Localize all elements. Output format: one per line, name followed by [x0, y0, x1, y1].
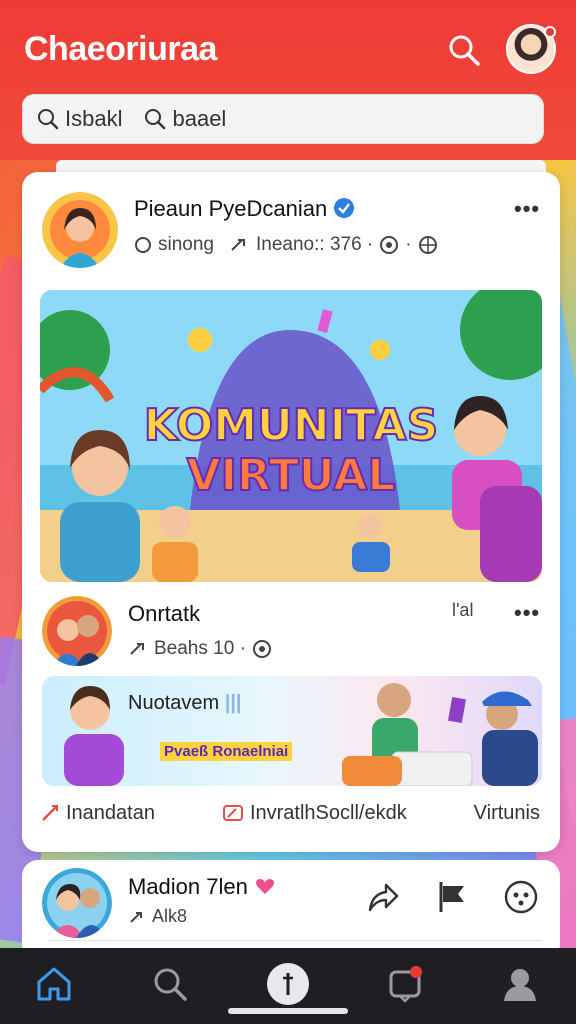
notification-dot [544, 26, 556, 38]
globe-icon [418, 236, 437, 254]
more-options-icon[interactable]: ••• [514, 196, 540, 222]
search-segment: Isbakl [37, 106, 122, 132]
action-button[interactable]: InvratlhSocll/ekdk [222, 802, 407, 825]
action-label: Inandatan [66, 801, 155, 824]
search-text: baael [172, 106, 227, 131]
author-avatar[interactable] [42, 192, 118, 268]
post-banner-image[interactable]: Nuotavem ||| Pvaeß Ronaelniai [42, 676, 542, 786]
more-options-icon[interactable]: ••• [514, 600, 540, 626]
heart-icon [256, 879, 274, 894]
link-icon [231, 239, 245, 251]
globe-icon [380, 236, 399, 254]
post-stats: Beahs 10 · [154, 638, 246, 659]
post-stats: Ineano:: 376 · [256, 234, 374, 255]
home-icon[interactable] [34, 964, 74, 1004]
post-time: sinong [158, 234, 214, 255]
app-header: Chaeoriuraa Isbakl baael [0, 0, 576, 160]
author-avatar[interactable] [42, 868, 112, 938]
author-name[interactable]: Madion 7len [128, 874, 276, 900]
author-name[interactable]: Onrtatk [128, 601, 200, 627]
author-name[interactable]: Pieaun PyeDcanian [134, 196, 355, 222]
profile-icon[interactable] [500, 964, 540, 1004]
link-icon [130, 643, 144, 655]
post-actions: Inandatan InvratlhSocll/ekdk Virtunis [40, 798, 540, 828]
search-segment: baael [144, 106, 226, 132]
post-meta: sinong Ineano:: 376 · · [134, 234, 438, 256]
flag-icon[interactable] [436, 880, 470, 914]
home-indicator [228, 1008, 348, 1014]
search-text: Isbakl [65, 106, 123, 131]
post-meta: Beahs 10 · [128, 638, 272, 660]
link-icon [130, 911, 142, 923]
search-input[interactable]: Isbakl baael [22, 94, 544, 144]
divider [48, 940, 542, 941]
app-title: Chaeoriuraa [24, 30, 217, 68]
verified-badge-icon [334, 198, 355, 218]
banner-caption: Pvaeß Ronaelniai [160, 742, 293, 761]
search-icon [145, 109, 166, 130]
clock-icon [135, 237, 151, 253]
comment-icon [222, 805, 243, 821]
search-icon[interactable] [150, 964, 190, 1004]
emoji-icon[interactable] [504, 880, 538, 914]
action-label: InvratlhSocll/ekdk [249, 801, 407, 824]
banner-illustration [64, 683, 538, 786]
post-stats: Alk8 [152, 906, 188, 926]
post-meta: Alk8 [128, 906, 187, 927]
globe-icon [252, 640, 271, 658]
banner-headline: Nuotavem ||| [128, 692, 242, 714]
create-post-icon[interactable] [266, 962, 310, 1006]
banner-subheadline: VIRTUAL [186, 449, 397, 502]
banner-headline: KOMUNITAS [143, 399, 440, 452]
heart-icon [42, 805, 58, 821]
notifications-icon[interactable] [386, 964, 426, 1004]
action-button[interactable]: Inandatan [40, 802, 155, 825]
search-icon [38, 109, 59, 130]
profile-avatar[interactable] [506, 24, 556, 74]
share-icon[interactable] [366, 880, 400, 914]
post-banner-image[interactable]: KOMUNITAS VIRTUAL [40, 290, 542, 582]
action-button[interactable]: Virtunis [474, 802, 540, 825]
post-tag: l'al [452, 600, 474, 620]
author-avatar[interactable] [42, 596, 112, 666]
action-label: Virtunis [473, 801, 540, 824]
search-icon[interactable] [446, 32, 482, 68]
